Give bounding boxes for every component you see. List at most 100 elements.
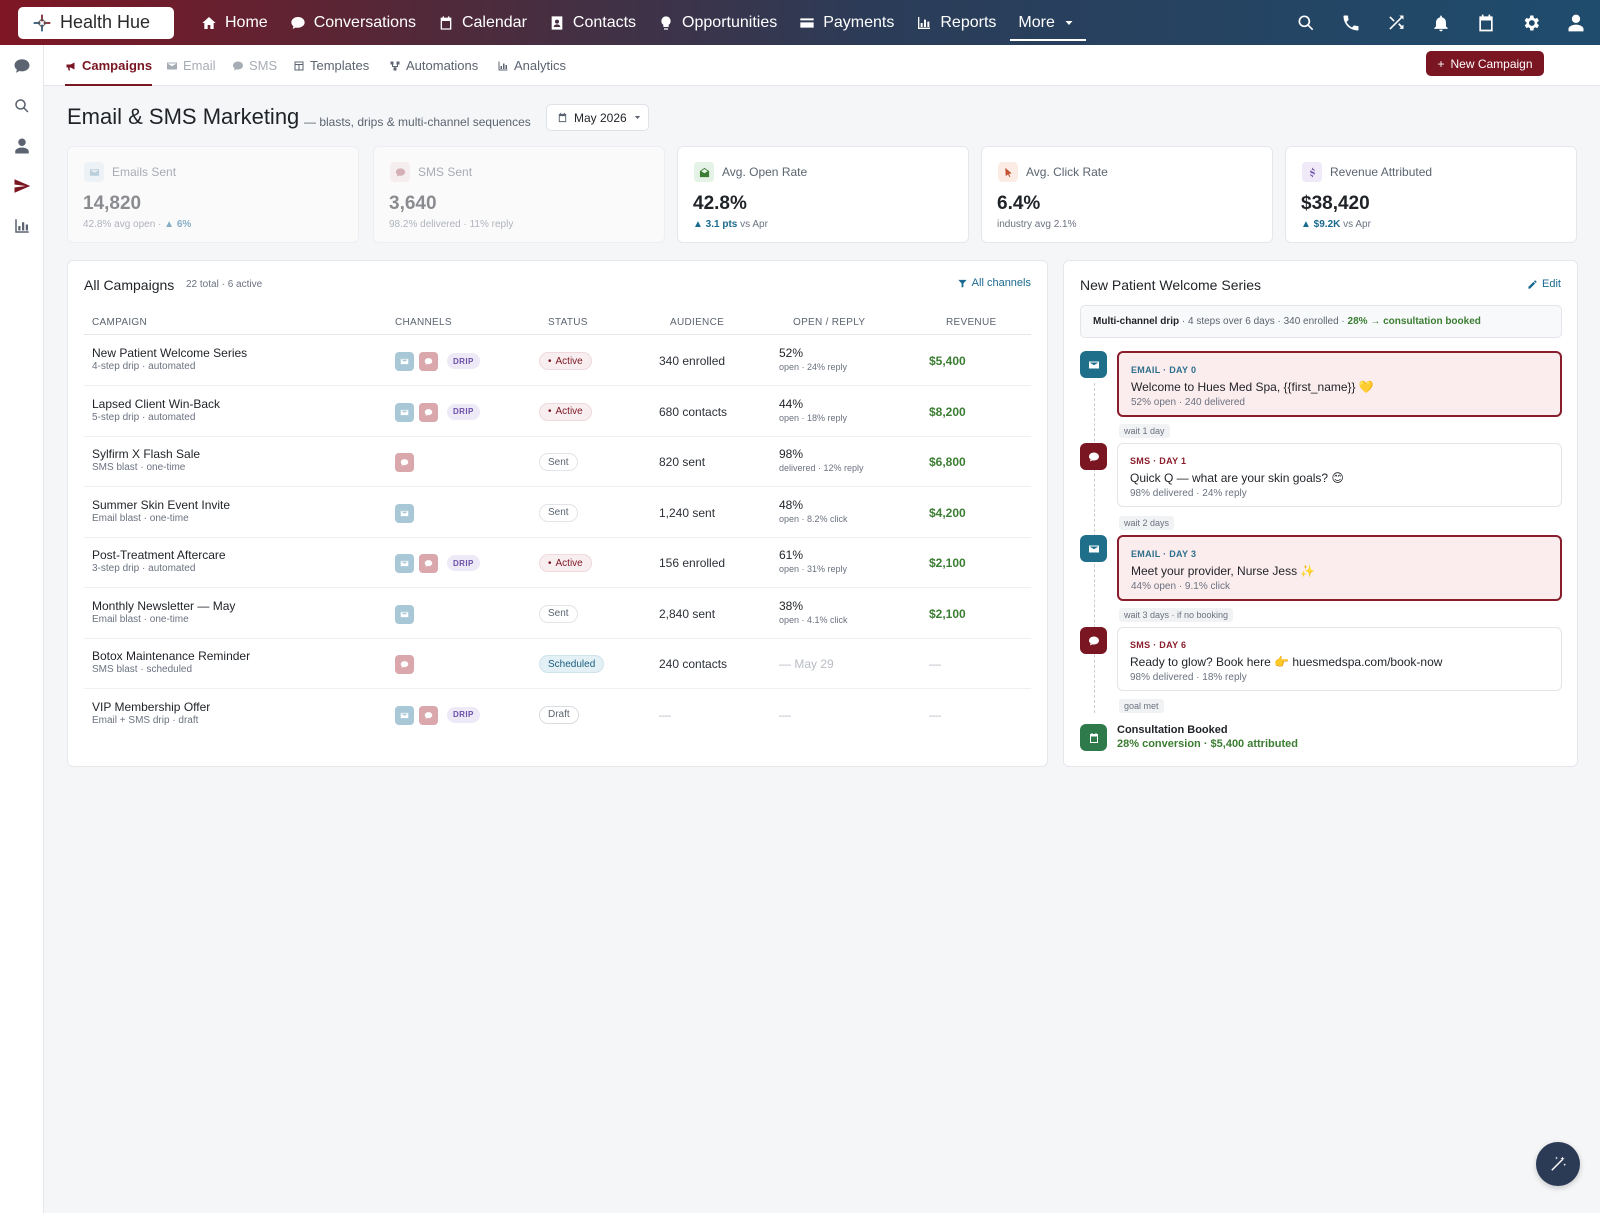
sequence-step[interactable]: EMAIL · DAY 3 Meet your provider, Nurse … bbox=[1117, 535, 1562, 601]
envelope-icon bbox=[84, 162, 104, 182]
envelope-icon bbox=[166, 60, 178, 72]
campaign-row[interactable]: VIP Membership Offer Email + SMS drip · … bbox=[84, 690, 1031, 740]
chat-icon[interactable] bbox=[13, 57, 31, 75]
step-title: Welcome to Hues Med Spa, {{first_name}} … bbox=[1131, 380, 1374, 394]
campaign-name[interactable]: Summer Skin Event Invite bbox=[92, 498, 230, 512]
drip-badge: DRIP bbox=[447, 555, 480, 571]
campaigns-meta: 22 total · 6 active bbox=[186, 279, 263, 290]
campaign-row[interactable]: New Patient Welcome Series 4-step drip ·… bbox=[84, 336, 1031, 386]
envelope-icon bbox=[1080, 351, 1107, 378]
tab-label: Templates bbox=[310, 58, 370, 73]
search-icon[interactable] bbox=[13, 97, 31, 115]
revenue-value: $8,200 bbox=[929, 404, 966, 419]
campaigns-panel: All Campaigns 22 total · 6 active All ch… bbox=[67, 260, 1048, 767]
revenue-value: $2,100 bbox=[929, 606, 966, 621]
nav-reports[interactable]: Reports bbox=[905, 0, 1007, 45]
edit-label: Edit bbox=[1542, 278, 1561, 290]
nav-calendar[interactable]: Calendar bbox=[427, 0, 538, 45]
tab-email[interactable]: Email bbox=[166, 45, 216, 86]
open-value: 61% bbox=[779, 548, 804, 562]
plus-icon: + bbox=[1437, 56, 1445, 71]
open-sub: open · 24% reply bbox=[779, 362, 848, 372]
tab-automations[interactable]: Automations bbox=[389, 45, 478, 86]
campaign-row[interactable]: Post-Treatment Aftercare 3-step drip · a… bbox=[84, 538, 1031, 588]
phone-icon[interactable] bbox=[1341, 13, 1361, 33]
user-icon[interactable] bbox=[13, 137, 31, 155]
open-value: — bbox=[779, 707, 791, 722]
shuffle-icon[interactable] bbox=[1386, 13, 1406, 33]
home-icon bbox=[201, 15, 217, 31]
kpi-value: $38,420 bbox=[1301, 193, 1370, 214]
user-icon[interactable] bbox=[1566, 13, 1586, 33]
campaign-name[interactable]: Lapsed Client Win-Back bbox=[92, 397, 220, 411]
nav-label: Contacts bbox=[572, 13, 637, 31]
audience-value: 240 contacts bbox=[659, 657, 728, 671]
nav-conversations[interactable]: Conversations bbox=[279, 0, 427, 45]
open-sub: open · 4.1% click bbox=[779, 614, 848, 625]
revenue-value: $2,100 bbox=[929, 556, 966, 570]
kpi-label: Avg. Open Rate bbox=[722, 165, 808, 179]
calendar-icon bbox=[558, 112, 567, 123]
channel-filter[interactable]: All channels bbox=[957, 277, 1031, 289]
bell-icon[interactable] bbox=[1431, 13, 1451, 33]
campaign-name[interactable]: Sylfirm X Flash Sale bbox=[92, 447, 200, 461]
campaign-name[interactable]: Botox Maintenance Reminder bbox=[92, 649, 250, 663]
sequence-step[interactable]: EMAIL · DAY 0 Welcome to Hues Med Spa, {… bbox=[1117, 351, 1562, 417]
nav-payments[interactable]: Payments bbox=[788, 0, 905, 45]
campaign-name[interactable]: New Patient Welcome Series bbox=[92, 346, 247, 360]
new-campaign-button[interactable]: + New Campaign bbox=[1426, 51, 1544, 76]
magic-wand-icon bbox=[1551, 1156, 1567, 1171]
page-title: Email & SMS Marketing bbox=[67, 104, 300, 129]
campaign-name[interactable]: VIP Membership Offer bbox=[92, 700, 210, 714]
tab-campaigns[interactable]: Campaigns bbox=[65, 45, 153, 86]
calendar-check-icon bbox=[1080, 724, 1107, 751]
search-icon[interactable] bbox=[1296, 13, 1316, 33]
envelope-icon bbox=[395, 604, 414, 624]
nav-home[interactable]: Home bbox=[190, 0, 279, 45]
chat-icon bbox=[395, 453, 414, 472]
audience-value: — bbox=[659, 707, 671, 722]
col-status: STATUS bbox=[548, 317, 588, 328]
app-logo[interactable]: Health Hue bbox=[18, 6, 174, 39]
nav-more[interactable]: More bbox=[1007, 0, 1087, 45]
nav-label: Calendar bbox=[461, 13, 527, 31]
magic-wand-button[interactable] bbox=[1536, 1142, 1580, 1186]
tab-templates[interactable]: Templates bbox=[293, 45, 369, 86]
revenue-value: $5,400 bbox=[929, 354, 966, 368]
tab-label: SMS bbox=[249, 58, 278, 73]
summary-type: Multi-channel drip bbox=[1093, 316, 1180, 327]
sequence-step[interactable]: SMS · DAY 1 Quick Q — what are your skin… bbox=[1117, 443, 1562, 507]
open-sub: open · 18% reply bbox=[779, 412, 848, 423]
audience-value: 156 enrolled bbox=[659, 556, 726, 570]
nav-contacts[interactable]: Contacts bbox=[538, 0, 647, 45]
campaign-row[interactable]: Botox Maintenance Reminder SMS blast · s… bbox=[84, 639, 1031, 689]
chat-icon bbox=[419, 554, 438, 573]
campaign-row[interactable]: Summer Skin Event Invite Email blast · o… bbox=[84, 488, 1031, 538]
campaign-name[interactable]: Post-Treatment Aftercare bbox=[92, 548, 226, 562]
campaign-type: 5-step drip · automated bbox=[92, 411, 196, 423]
nav-label: More bbox=[1018, 13, 1055, 31]
nav-opportunities[interactable]: Opportunities bbox=[647, 0, 788, 45]
calendar-icon[interactable] bbox=[1476, 13, 1496, 33]
campaign-type: 3-step drip · automated bbox=[92, 563, 196, 574]
month-selector[interactable]: May 2026 bbox=[546, 104, 649, 131]
kpi-sub: ▲ 3.1 pts vs Apr bbox=[693, 219, 768, 230]
campaign-row[interactable]: Sylfirm X Flash Sale SMS blast · one-tim… bbox=[84, 437, 1031, 487]
sequence-step[interactable]: SMS · DAY 6 Ready to glow? Book here 👉 h… bbox=[1117, 627, 1562, 691]
nav-label: Payments bbox=[823, 13, 895, 31]
campaign-row[interactable]: Monthly Newsletter — May Email blast · o… bbox=[84, 589, 1031, 639]
tab-analytics[interactable]: Analytics bbox=[497, 45, 566, 86]
campaign-name[interactable]: Monthly Newsletter — May bbox=[92, 599, 235, 613]
open-value: — May 29 bbox=[779, 657, 834, 671]
campaign-row[interactable]: Lapsed Client Win-Back 5-step drip · aut… bbox=[84, 387, 1031, 437]
open-value: 38% bbox=[779, 598, 804, 613]
edit-sequence-button[interactable]: Edit bbox=[1527, 278, 1561, 290]
open-value: 98% bbox=[779, 447, 804, 461]
paper-plane-icon[interactable] bbox=[13, 177, 31, 195]
step-kind: SMS · DAY 6 bbox=[1130, 640, 1187, 650]
kpi-value: 6.4% bbox=[997, 193, 1041, 214]
bar-chart-icon[interactable] bbox=[13, 217, 31, 235]
gear-icon[interactable] bbox=[1521, 13, 1541, 33]
tab-sms[interactable]: SMS bbox=[232, 45, 277, 86]
col-audience: AUDIENCE bbox=[670, 317, 725, 328]
